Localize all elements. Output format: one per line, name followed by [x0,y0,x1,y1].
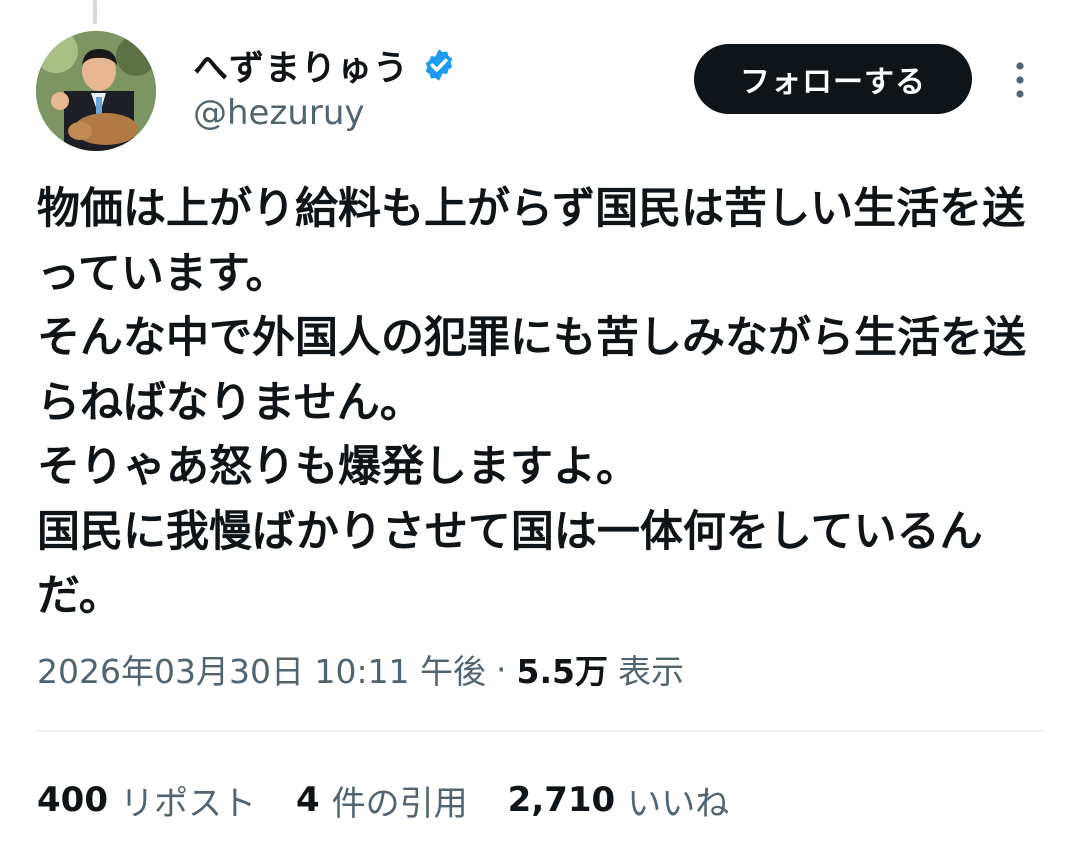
tweet-text: 物価は上がり給料も上がらず国民は苦しい生活を送っています。 そんな中で外国人の犯… [37,184,1026,621]
author-display-name[interactable]: へずまりゅう [193,40,409,91]
divider [37,730,1043,732]
quotes-count: 4 [295,780,320,820]
more-vertical-icon[interactable] [1008,60,1032,100]
quotes-stat[interactable]: 4 件の引用 [296,776,468,825]
reposts-label: リポスト [119,783,256,824]
avatar[interactable] [36,31,156,151]
avatar-photo [36,31,156,151]
quotes-label: 件の引用 [331,783,468,824]
author-handle[interactable]: @hezuruy [193,93,365,133]
reposts-stat[interactable]: 400 リポスト [37,776,256,825]
meta-separator: · [496,649,507,689]
tweet-meta: 2026年03月30日 10:11 午後 · 5.5万 表示 [37,645,684,693]
views-label: 表示 [618,652,685,691]
follow-button[interactable]: フォローする [694,44,972,114]
likes-stat[interactable]: 2,710 いいね [508,776,730,825]
author-name-row[interactable]: へずまりゅう [193,40,457,90]
likes-label: いいね [627,783,730,824]
tweet-timestamp[interactable]: 2026年03月30日 10:11 午後 [37,645,486,693]
verified-badge-icon [425,49,453,81]
engagement-stats: 400 リポスト 4 件の引用 2,710 いいね [37,770,769,830]
thread-connector-line [93,0,97,24]
likes-count: 2,710 [507,780,616,820]
views-count: 5.5万 [516,652,609,691]
reposts-count: 400 [37,780,108,820]
